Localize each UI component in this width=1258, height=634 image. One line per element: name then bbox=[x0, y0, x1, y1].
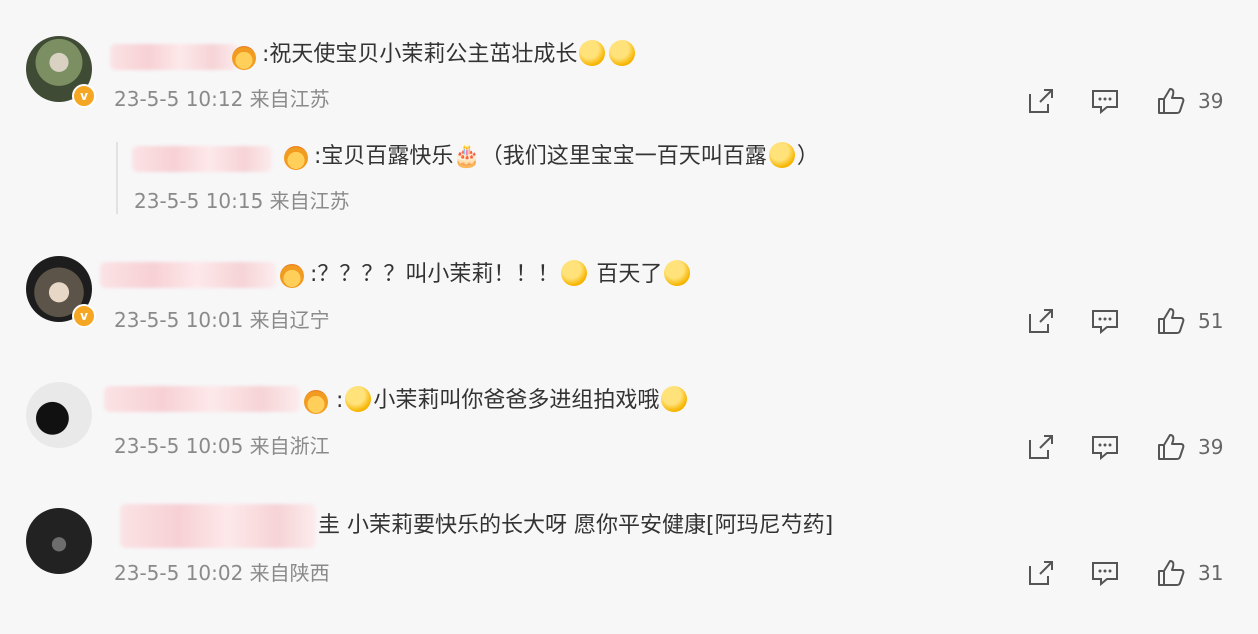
verified-badge-icon: v bbox=[72, 304, 96, 328]
emoji-icon bbox=[561, 260, 588, 286]
emoji-icon bbox=[661, 386, 688, 412]
comment-icon[interactable] bbox=[1090, 86, 1120, 116]
like-icon[interactable] bbox=[1156, 306, 1186, 336]
share-icon[interactable] bbox=[1026, 558, 1056, 588]
emoji-icon bbox=[664, 260, 691, 286]
verified-badge-icon: v bbox=[72, 84, 96, 108]
share-icon[interactable] bbox=[1026, 306, 1056, 336]
comment-text: : 小茉莉叫你爸爸多进组拍戏哦 bbox=[336, 386, 689, 416]
fan-badge-icon bbox=[304, 390, 328, 414]
reply-meta: 23-5-5 10:15 来自江苏 bbox=[134, 189, 350, 213]
avatar[interactable] bbox=[26, 508, 92, 574]
comment-text: 圭 小茉莉要快乐的长大呀 愿你平安健康[阿玛尼芍药] bbox=[318, 513, 834, 538]
like-count: 39 bbox=[1198, 89, 1224, 113]
fan-badge-icon bbox=[232, 46, 256, 70]
username-blurred[interactable] bbox=[110, 44, 238, 70]
username-blurred[interactable] bbox=[132, 146, 272, 172]
emoji-icon bbox=[609, 40, 636, 66]
fan-badge-icon bbox=[280, 264, 304, 288]
emoji-icon bbox=[579, 40, 606, 66]
like-icon[interactable] bbox=[1156, 558, 1186, 588]
like-icon[interactable] bbox=[1156, 432, 1186, 462]
avatar[interactable] bbox=[26, 382, 92, 448]
reply-text: :宝贝百露快乐🎂（我们这里宝宝一百天叫百露） bbox=[314, 142, 819, 169]
comment-text: :祝天使宝贝小茉莉公主茁壮成长 bbox=[262, 40, 637, 70]
comment-text: :？？？？叫小茉莉！！！ 百天了 bbox=[310, 260, 692, 290]
comment-meta: 23-5-5 10:01 来自辽宁 bbox=[114, 308, 330, 332]
like-icon[interactable] bbox=[1156, 86, 1186, 116]
comment-icon[interactable] bbox=[1090, 432, 1120, 462]
username-blurred[interactable] bbox=[104, 386, 300, 412]
comment-meta: 23-5-5 10:05 来自浙江 bbox=[114, 434, 330, 458]
like-count: 51 bbox=[1198, 309, 1224, 333]
share-icon[interactable] bbox=[1026, 86, 1056, 116]
share-icon[interactable] bbox=[1026, 432, 1056, 462]
comment-icon[interactable] bbox=[1090, 306, 1120, 336]
comment-meta: 23-5-5 10:02 来自陕西 bbox=[114, 561, 330, 585]
username-blurred[interactable] bbox=[100, 262, 276, 288]
like-count: 39 bbox=[1198, 435, 1224, 459]
fan-badge-icon bbox=[284, 146, 308, 170]
like-count: 31 bbox=[1198, 561, 1224, 585]
username-blurred[interactable] bbox=[120, 504, 316, 548]
reply-divider bbox=[116, 142, 118, 214]
emoji-icon bbox=[345, 386, 372, 412]
emoji-icon bbox=[768, 142, 795, 168]
comment-meta: 23-5-5 10:12 来自江苏 bbox=[114, 87, 330, 111]
comment-icon[interactable] bbox=[1090, 558, 1120, 588]
